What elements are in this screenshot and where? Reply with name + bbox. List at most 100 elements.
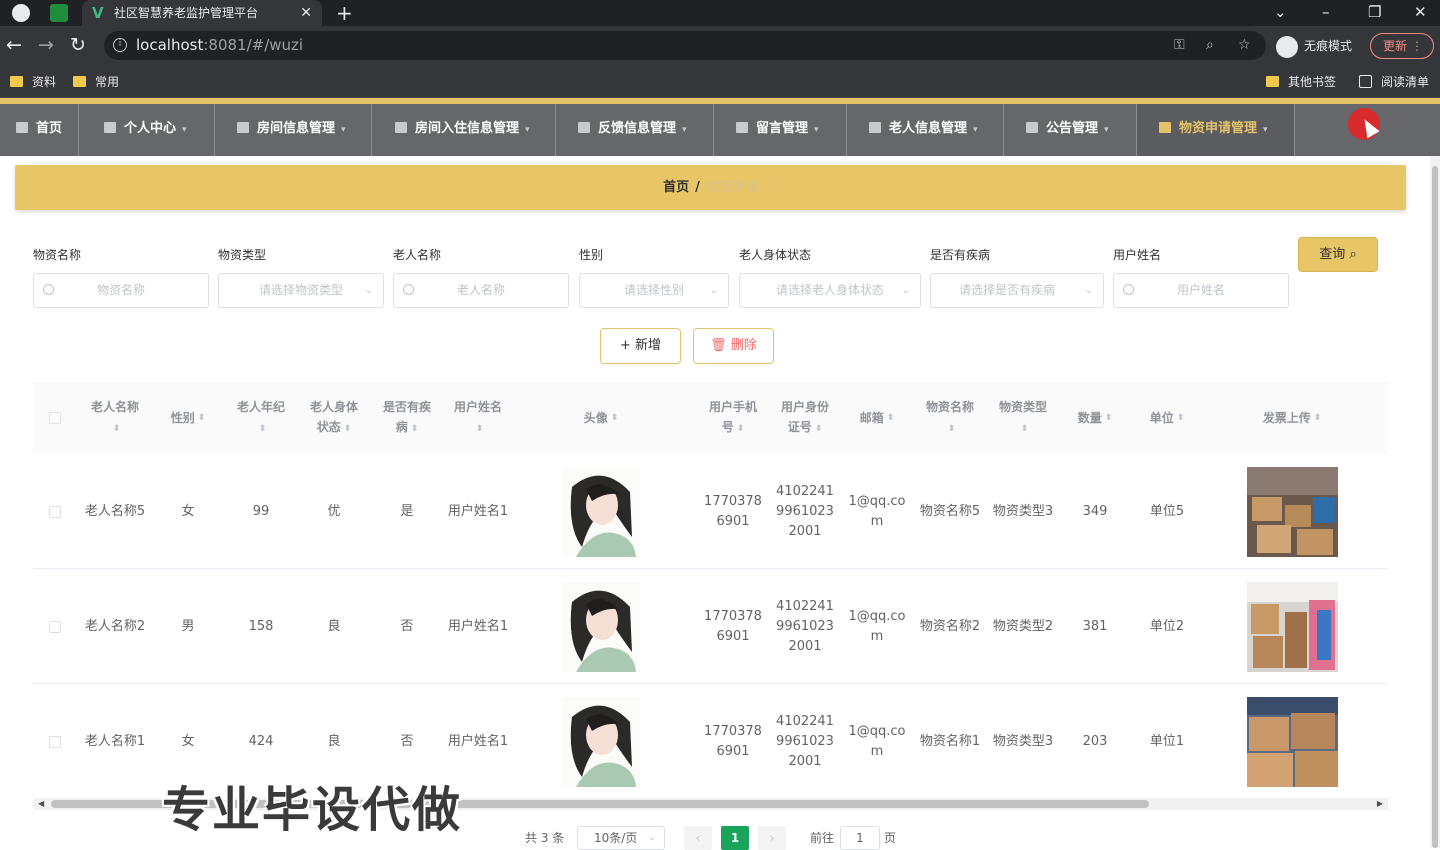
sort-icon[interactable]: ⬍ [1021,424,1029,434]
col-elder-name[interactable]: 老人名称 ⬍ [83,382,147,454]
col-elder-age[interactable]: 老人年纪 ⬍ [229,382,293,454]
minimize-icon[interactable]: – [1322,0,1330,24]
row-checkbox[interactable] [49,620,61,633]
scroll-left-icon[interactable]: ◀ [38,798,44,810]
menu-label: 公告管理 [1046,121,1099,136]
col-gender[interactable]: 性别 ⬍ [156,382,220,454]
sort-icon[interactable]: ⬍ [198,408,206,428]
menu-item-feedback[interactable]: 反馈信息管理 ▾ [556,104,714,156]
current-page-button[interactable]: 1 [721,826,749,850]
sort-icon[interactable]: ⬍ [411,424,419,434]
scroll-right-icon[interactable]: ▶ [1377,798,1383,810]
select-all-checkbox[interactable] [49,412,61,424]
key-icon[interactable]: ⚿ [1174,31,1185,60]
menu-label: 个人中心 [124,121,177,136]
sort-icon[interactable]: ⬍ [887,408,895,428]
invoice-image[interactable] [1246,581,1338,672]
incognito-indicator[interactable]: 无痕模式 [1276,33,1352,59]
add-button[interactable]: + 新增 [600,328,681,364]
col-item-type[interactable]: 物资类型 ⬍ [991,382,1055,454]
sort-icon[interactable]: ⬍ [1105,408,1113,428]
star-icon[interactable]: ☆ [1238,31,1251,60]
reload-icon[interactable]: ↻ [70,34,86,56]
cell-age: 99 [252,503,270,519]
update-button[interactable]: 更新 ⋮ [1370,33,1434,59]
menu-item-supply-request[interactable]: 物资申请管理 ▾ [1137,104,1295,156]
sort-icon[interactable]: ⬍ [259,424,267,434]
menu-item-notices[interactable]: 公告管理 ▾ [1004,104,1137,156]
invoice-image[interactable] [1246,696,1338,787]
table-row[interactable]: 老人名称5 女 99 优 是 用户姓名1 17703786901 4102241… [33,454,1388,569]
col-user-idcard[interactable]: 用户身份证号 ⬍ [773,382,837,454]
sort-icon[interactable]: ⬍ [113,424,121,434]
gender-select[interactable]: 请选择性别 ⌄ [579,273,729,308]
url-field[interactable]: i localhost:8081/#/wuzi ⚿ ⌕ ☆ [104,31,1266,60]
item-name-input[interactable]: 物资名称 [33,273,209,308]
prev-page-button[interactable]: ‹ [684,826,712,850]
menu-item-messages[interactable]: 留言管理 ▾ [714,104,847,156]
sort-icon[interactable]: ⬍ [815,424,823,434]
user-name-input[interactable]: 用户姓名 [1113,273,1289,308]
sort-icon[interactable]: ⬍ [1177,408,1185,428]
goto-page-input[interactable]: 1 [840,826,880,850]
sort-icon[interactable]: ⬍ [344,424,352,434]
col-elder-status[interactable]: 老人身体状态 ⬍ [302,382,366,454]
reading-list-label: 阅读清单 [1381,75,1430,89]
menu-item-checkin-info[interactable]: 房间入住信息管理 ▾ [372,104,556,156]
bookmark-folder[interactable]: 资料 [10,74,56,90]
breadcrumb-home[interactable]: 首页 [663,180,689,195]
sort-icon[interactable]: ⬍ [737,424,745,434]
row-checkbox[interactable] [49,505,61,518]
scrollbar-thumb[interactable] [1432,166,1438,848]
zoom-icon[interactable]: ⌕ [1206,31,1214,60]
menu-item-personal-center[interactable]: 个人中心 ▾ [79,104,215,156]
sort-icon[interactable]: ⬍ [476,424,484,434]
table-row[interactable]: 老人名称2 男 158 良 否 用户姓名1 17703786901 410224… [33,569,1388,684]
delete-button[interactable]: 🗑 删除 [693,328,774,364]
forward-icon[interactable]: → [38,34,54,56]
bookmark-folder[interactable]: 常用 [73,74,119,90]
active-tab[interactable]: V 社区智慧养老监护管理平台 ✕ [82,0,322,26]
close-window-icon[interactable]: ✕ [1414,0,1427,24]
next-page-button[interactable]: › [758,826,786,850]
elder-status-select[interactable]: 请选择老人身体状态 ⌄ [739,273,921,308]
avatar[interactable] [562,466,640,557]
back-icon[interactable]: ← [6,34,22,56]
col-email[interactable]: 邮箱 ⬍ [845,382,909,454]
col-invoice[interactable]: 发票上传 ⬍ [1207,382,1377,454]
browser-profile-icon[interactable] [12,4,30,22]
col-item-name[interactable]: 物资名称 ⬍ [918,382,982,454]
col-unit[interactable]: 单位 ⬍ [1135,382,1199,454]
site-info-icon[interactable]: i [113,38,127,52]
other-bookmarks[interactable]: 其他书签 [1266,74,1336,90]
select-placeholder: 请选择物资类型 [258,283,343,297]
disease-select[interactable]: 请选择是否有疾病 ⌄ [930,273,1104,308]
query-button[interactable]: 查询 ⌕ [1298,237,1378,272]
elder-name-input[interactable]: 老人名称 [393,273,569,308]
reading-list[interactable]: 阅读清单 [1359,74,1429,90]
menu-item-room-info[interactable]: 房间信息管理 ▾ [215,104,372,156]
col-user-phone[interactable]: 用户手机号 ⬍ [701,382,765,454]
avatar[interactable] [562,581,640,672]
item-type-select[interactable]: 请选择物资类型 ⌄ [218,273,384,308]
page-size-select[interactable]: 10条/页 ⌄ [577,826,665,850]
new-tab-button[interactable]: + [336,0,353,26]
menu-item-home[interactable]: 首页 [0,104,79,156]
invoice-image[interactable] [1246,466,1338,557]
col-user-name[interactable]: 用户姓名 ⬍ [446,382,510,454]
sort-icon[interactable]: ⬍ [1314,408,1322,428]
tab-search-icon[interactable]: ⌄ [1274,0,1287,24]
col-avatar[interactable]: 头像 ⬍ [519,382,683,454]
row-checkbox[interactable] [49,735,61,748]
avatar[interactable] [562,696,640,787]
cell-gender: 男 [181,618,195,634]
sheets-tab-icon[interactable] [50,4,68,22]
sort-icon[interactable]: ⬍ [611,408,619,428]
close-tab-icon[interactable]: ✕ [300,0,312,26]
restore-icon[interactable]: ❐ [1368,0,1381,24]
page-scrollbar[interactable] [1430,156,1440,848]
menu-item-elder-info[interactable]: 老人信息管理 ▾ [847,104,1004,156]
col-quantity[interactable]: 数量 ⬍ [1063,382,1127,454]
sort-icon[interactable]: ⬍ [948,424,956,434]
col-disease[interactable]: 是否有疾病 ⬍ [375,382,439,454]
